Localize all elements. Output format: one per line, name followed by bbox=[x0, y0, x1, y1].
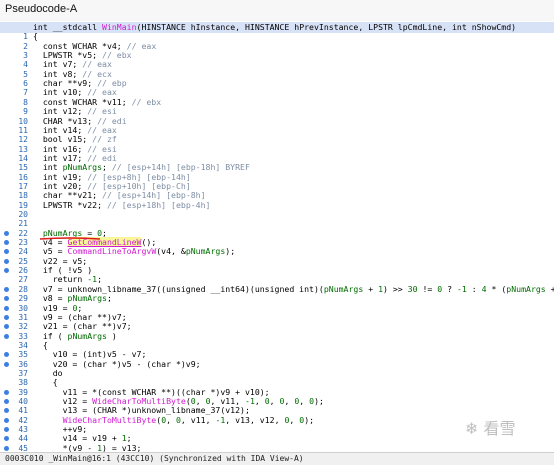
breakpoint-dot-icon[interactable] bbox=[4, 230, 9, 236]
breakpoint-dot-icon[interactable] bbox=[4, 436, 9, 442]
breakpoint-dot-icon[interactable] bbox=[4, 389, 9, 395]
code-text: *(v9 - 1) = v13; bbox=[33, 442, 142, 452]
breakpoint-dot-icon[interactable] bbox=[4, 305, 9, 311]
breakpoint-dot-icon[interactable] bbox=[4, 417, 9, 423]
breakpoint-dot-icon[interactable] bbox=[4, 408, 9, 414]
breakpoint-dot-icon[interactable] bbox=[4, 352, 9, 358]
breakpoint-dot-icon[interactable] bbox=[4, 445, 9, 451]
code-line[interactable]: 45 *(v9 - 1) = v13; bbox=[0, 443, 554, 452]
watermark-logo: ❄ 看雪 bbox=[465, 419, 516, 438]
breakpoint-dot-icon[interactable] bbox=[4, 268, 9, 274]
breakpoint-dot-icon[interactable] bbox=[4, 240, 9, 246]
breakpoint-dot-icon[interactable] bbox=[4, 427, 9, 433]
breakpoint-dot-icon[interactable] bbox=[4, 286, 9, 292]
breakpoint-dot-icon[interactable] bbox=[4, 361, 9, 367]
breakpoint-dot-icon[interactable] bbox=[4, 333, 9, 339]
red-underline-annotation bbox=[40, 237, 100, 240]
breakpoint-dot-icon[interactable] bbox=[4, 324, 9, 330]
breakpoint-dot-icon[interactable] bbox=[4, 314, 9, 320]
window-title: Pseudocode-A bbox=[5, 3, 78, 15]
breakpoint-dot-icon[interactable] bbox=[4, 399, 9, 404]
status-text: 0003C010 _WinMain@16:1 (43CC10) (Synchro… bbox=[5, 454, 304, 463]
status-bar: 0003C010 _WinMain@16:1 (43CC10) (Synchro… bbox=[0, 452, 554, 465]
breakpoint-dot-icon[interactable] bbox=[4, 296, 9, 302]
breakpoint-dot-icon[interactable] bbox=[4, 258, 9, 264]
line-number: 45 bbox=[18, 443, 28, 452]
breakpoint-dot-icon[interactable] bbox=[4, 249, 9, 255]
window-titlebar: Pseudocode-A bbox=[0, 0, 554, 22]
